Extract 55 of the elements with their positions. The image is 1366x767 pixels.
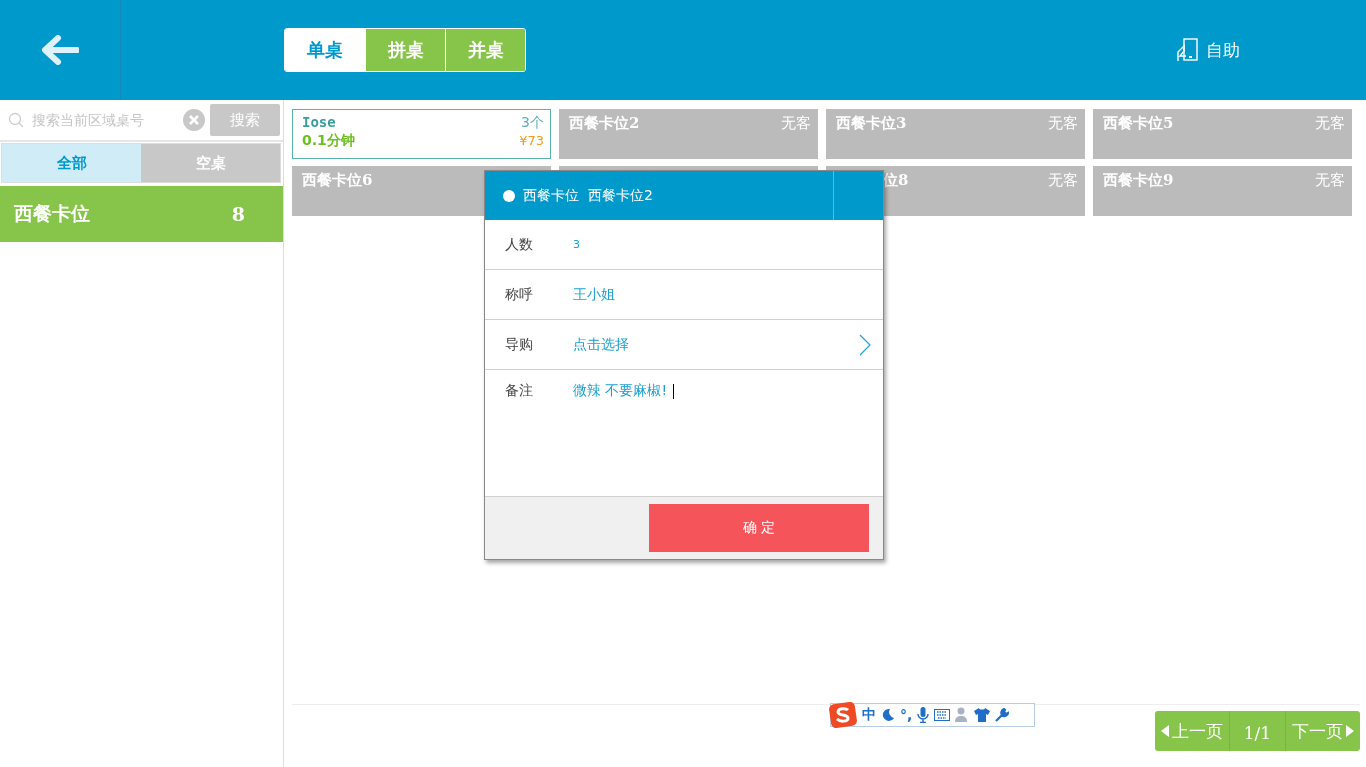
table-status: 无客	[1048, 114, 1078, 133]
select-field[interactable]: 点击选择	[573, 335, 859, 354]
phone-hand-icon	[1176, 38, 1200, 62]
confirm-button[interactable]: 确 定	[649, 504, 869, 552]
chevron-right-icon	[859, 333, 871, 356]
mode-tab[interactable]: 拼桌	[365, 29, 445, 71]
ime-mode[interactable]: 中	[862, 706, 876, 724]
keyboard-icon[interactable]	[934, 709, 951, 721]
table-card[interactable]: 西餐卡位3 无客	[826, 109, 1085, 159]
table-name: 西餐卡位3	[836, 114, 907, 133]
back-arrow-icon	[41, 35, 79, 65]
next-page-button[interactable]: 下一页	[1285, 711, 1360, 751]
table-name: 西餐卡位5	[1103, 114, 1174, 133]
area-count: 8	[231, 203, 245, 225]
field-label: 称呼	[505, 285, 534, 304]
mode-tab[interactable]: 单桌	[285, 29, 365, 71]
table-name: 西餐卡位2	[569, 114, 640, 133]
field-label: 导购	[505, 335, 534, 354]
mode-tab[interactable]: 并桌	[445, 29, 525, 71]
table-card[interactable]: Iose 3个 0.1分钟 ¥73	[292, 109, 551, 159]
moon-icon[interactable]	[881, 708, 895, 722]
table-name: 西餐卡位9	[1103, 171, 1174, 190]
table-card[interactable]: 西餐卡位5 无客	[1093, 109, 1352, 159]
guest-count: 3个	[521, 114, 544, 132]
area-name: 西餐卡位	[14, 201, 90, 226]
table-status: 无客	[1315, 114, 1345, 133]
previous-page-button[interactable]: 上一页	[1154, 711, 1229, 751]
dot-icon	[503, 189, 515, 202]
microphone-icon[interactable]	[917, 707, 930, 723]
punctuation-mode[interactable]: °,	[900, 707, 913, 723]
field-label: 人数	[505, 235, 534, 254]
filter-tab[interactable]: 全部	[2, 144, 141, 182]
field-label: 备注	[505, 382, 534, 400]
table-name: 西餐卡位6	[302, 171, 373, 190]
shirt-icon[interactable]	[974, 708, 991, 722]
table-status: 无客	[1048, 171, 1078, 190]
right-triangle-icon	[1346, 725, 1354, 737]
self-service-button[interactable]: 自助	[1170, 37, 1246, 63]
wrench-icon[interactable]	[995, 708, 1010, 722]
table-card[interactable]: 西餐卡位2 无客	[559, 109, 818, 159]
area-item[interactable]: 西餐卡位 8	[0, 186, 283, 242]
elapsed-time: 0.1分钟	[302, 132, 355, 150]
table-status: 无客	[1315, 171, 1345, 190]
page-number: 1/1	[1228, 711, 1285, 751]
bill-amount: ¥73	[519, 133, 544, 148]
ime-logo-icon[interactable]	[829, 702, 857, 728]
notes-field[interactable]: 微辣 不要麻椒!	[573, 382, 871, 400]
table-card[interactable]: 西餐卡位9 无客	[1093, 166, 1352, 216]
table-name: Iose	[302, 114, 336, 130]
input-field[interactable]: 王小姐	[573, 285, 871, 304]
left-triangle-icon	[1160, 725, 1169, 737]
input-field[interactable]: 3	[573, 238, 871, 251]
table-status: 无客	[781, 114, 811, 133]
search-icon	[8, 112, 24, 128]
table-name: 位8	[883, 171, 909, 190]
